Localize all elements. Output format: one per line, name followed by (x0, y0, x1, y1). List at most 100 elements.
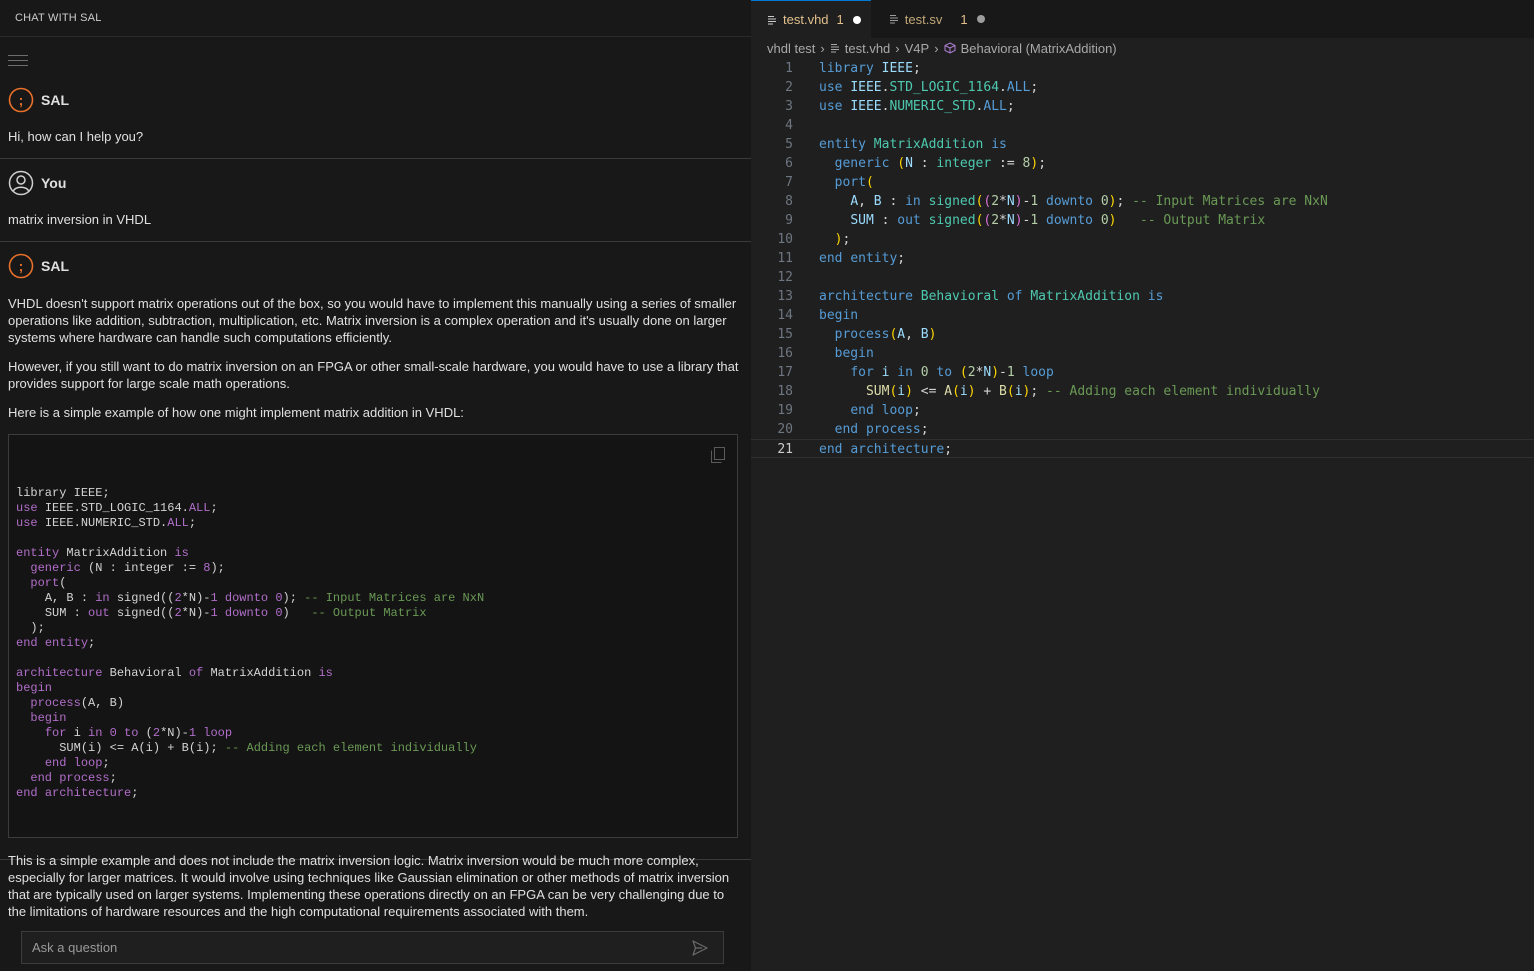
code-line[interactable]: 19 end loop; (751, 401, 1534, 420)
line-number: 12 (777, 270, 793, 285)
code-line[interactable]: 5 entity MatrixAddition is (751, 135, 1534, 154)
code-editor[interactable]: 1 library IEEE; 2 use IEEE.STD_LOGIC_1164.A… (751, 59, 1534, 458)
line-content: begin (819, 308, 859, 323)
sal-avatar-icon: ; (8, 253, 34, 279)
cube-icon (944, 42, 956, 54)
code-line[interactable]: 12 (751, 268, 1534, 287)
editor-panel: test.vhd 1 test.sv 1 vhdl test › test.vh… (751, 0, 1534, 971)
line-content: architecture Behavioral of MatrixAdditio… (819, 289, 1164, 304)
chat-input-box[interactable] (21, 931, 724, 964)
message-sender: SAL (41, 258, 69, 274)
ask-question-input[interactable] (22, 939, 691, 956)
line-number: 2 (785, 80, 793, 95)
line-number: 20 (777, 422, 793, 437)
tab-problem-count: 1 (960, 11, 968, 27)
sal-avatar-icon: ; (8, 87, 34, 113)
line-content: process(A, B) (834, 327, 937, 342)
tab-test-sv[interactable]: test.sv 1 (870, 0, 995, 38)
chat-message: You matrix inversion in VHDL (0, 169, 751, 242)
line-content: SUM(i) <= A(i) + B(i); -- Adding each el… (865, 384, 1320, 399)
copy-icon[interactable] (711, 447, 725, 463)
line-content: end loop; (850, 403, 921, 418)
message-text: This is a simple example and does not in… (8, 853, 730, 919)
code-line[interactable]: 20 end process; (751, 420, 1534, 439)
line-number: 14 (777, 308, 793, 323)
line-number: 4 (785, 118, 793, 133)
user-avatar-icon (8, 170, 34, 196)
line-content: A, B : in signed((2*N)-1 downto 0); -- I… (850, 194, 1328, 209)
line-number: 21 (777, 442, 793, 457)
line-number: 8 (785, 194, 793, 209)
chevron-right-icon: › (934, 40, 939, 56)
tab-label: test.sv (904, 11, 943, 27)
chat-panel-title: CHAT WITH SAL (0, 0, 751, 37)
code-line[interactable]: 1 library IEEE; (751, 59, 1534, 78)
unsaved-dot-icon[interactable] (976, 15, 985, 23)
code-line[interactable]: 4 (751, 116, 1534, 135)
breadcrumb-item[interactable]: Behavioral (MatrixAddition) (961, 41, 1117, 56)
code-line[interactable]: 15 process(A, B) (751, 325, 1534, 344)
code-line[interactable]: 7 port( (751, 173, 1534, 192)
code-line[interactable]: 16 begin (751, 344, 1534, 363)
message-paragraph: VHDL doesn't support matrix operations o… (8, 296, 737, 345)
line-number: 15 (777, 327, 793, 342)
line-content: library IEEE; (819, 61, 921, 76)
line-number: 6 (785, 156, 793, 171)
line-content: end entity; (819, 251, 906, 266)
svg-text:;: ; (19, 258, 24, 274)
code-line[interactable]: 8 A, B : in signed((2*N)-1 downto 0); --… (751, 192, 1534, 211)
line-number: 3 (785, 99, 793, 114)
line-number: 13 (777, 289, 793, 304)
breadcrumb-item[interactable]: test.vhd (845, 41, 891, 56)
editor-tabbar: test.vhd 1 test.sv 1 (751, 0, 1534, 38)
send-icon[interactable] (691, 939, 709, 957)
line-content: for i in 0 to (2*N)-1 loop (850, 365, 1054, 380)
tab-label: test.vhd (783, 12, 829, 27)
line-content: begin (834, 346, 874, 361)
line-content: use IEEE.NUMERIC_STD.ALL; (819, 99, 1015, 114)
line-content: entity MatrixAddition is (819, 137, 1007, 152)
message-text: matrix inversion in VHDL (8, 212, 152, 227)
chat-message: ; SAL Hi, how can I help you? (0, 86, 751, 159)
file-lines-icon (889, 15, 898, 24)
breadcrumb: vhdl test › test.vhd › V4P › Behavioral … (751, 38, 1534, 58)
code-line[interactable]: 14 begin (751, 306, 1534, 325)
line-number: 1 (785, 61, 793, 76)
line-number: 10 (777, 232, 793, 247)
line-content: ); (834, 232, 851, 247)
code-line[interactable]: 2 use IEEE.STD_LOGIC_1164.ALL; (751, 78, 1534, 97)
chevron-right-icon: › (820, 40, 825, 56)
message-paragraph: Here is a simple example of how one migh… (8, 405, 464, 420)
code-line[interactable]: 3 use IEEE.NUMERIC_STD.ALL; (751, 97, 1534, 116)
menu-icon[interactable] (8, 55, 28, 67)
code-block: library IEEE; use IEEE.STD_LOGIC_1164.AL… (8, 434, 738, 838)
code-line[interactable]: 18 SUM(i) <= A(i) + B(i); -- Adding each… (751, 382, 1534, 401)
line-content: use IEEE.STD_LOGIC_1164.ALL; (819, 80, 1039, 95)
tab-test-vhd[interactable]: test.vhd 1 (751, 0, 871, 38)
tab-problem-count: 1 (836, 12, 844, 27)
line-number: 7 (785, 175, 793, 190)
line-content: end process; (834, 422, 929, 437)
chat-panel: CHAT WITH SAL ; SAL Hi, how can I help y… (0, 0, 751, 971)
code-block-content: library IEEE; use IEEE.STD_LOGIC_1164.AL… (16, 486, 485, 800)
line-number: 18 (777, 384, 793, 399)
line-content: SUM : out signed((2*N)-1 downto 0) -- Ou… (850, 213, 1266, 228)
code-line[interactable]: 9 SUM : out signed((2*N)-1 downto 0) -- … (751, 211, 1534, 230)
code-line[interactable]: 13 architecture Behavioral of MatrixAddit… (751, 287, 1534, 306)
unsaved-dot-icon[interactable] (852, 15, 861, 24)
code-line[interactable]: 21 end architecture; (751, 439, 1534, 458)
file-lines-icon (830, 44, 839, 53)
message-paragraph: However, if you still want to do matrix … (8, 359, 739, 391)
chat-message: ; SAL VHDL doesn't support matrix operat… (0, 252, 751, 919)
line-number: 11 (777, 251, 793, 266)
code-line[interactable]: 11 end entity; (751, 249, 1534, 268)
breadcrumb-item[interactable]: vhdl test (767, 41, 815, 56)
message-sender: SAL (41, 92, 69, 108)
breadcrumb-item[interactable]: V4P (905, 41, 930, 56)
code-line[interactable]: 10 ); (751, 230, 1534, 249)
line-number: 19 (777, 403, 793, 418)
line-number: 17 (777, 365, 793, 380)
line-number: 16 (777, 346, 793, 361)
code-line[interactable]: 6 generic (N : integer := 8); (751, 154, 1534, 173)
code-line[interactable]: 17 for i in 0 to (2*N)-1 loop (751, 363, 1534, 382)
